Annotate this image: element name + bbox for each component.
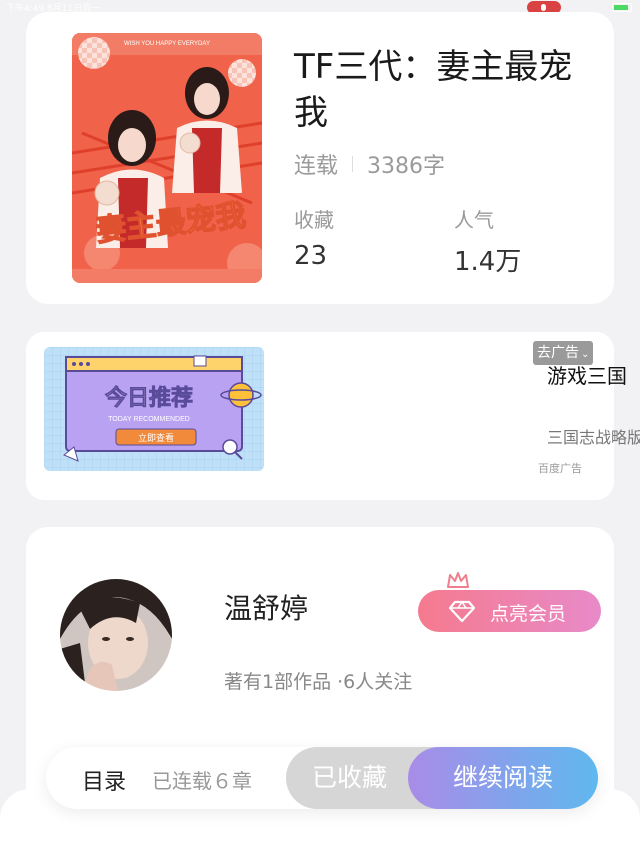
book-title: TF三代：妻主最宠我 — [294, 47, 573, 133]
ad-title[interactable]: 游戏三国 — [547, 360, 627, 389]
meta-divider — [352, 156, 354, 172]
diamond-icon — [448, 599, 476, 628]
banner-button-text: 立即查看 — [138, 432, 174, 444]
remove-ad-label: 去广告 — [537, 345, 579, 361]
battery-icon — [612, 3, 632, 12]
popularity-value: 1.4万 — [454, 247, 522, 277]
favorites-label: 收藏 — [294, 208, 334, 232]
favorites-value: 23 — [294, 241, 328, 271]
author-info: 著有1部作品 ·6人关注 — [224, 671, 413, 693]
chapter-count[interactable]: 已连载６章 — [152, 765, 252, 794]
book-info-card: WISH YOU HAPPY EVERYDAY 妻主最宠我 TF三代：妻主最宠我… — [26, 12, 614, 304]
continue-reading-button[interactable]: 继续阅读 — [408, 747, 598, 809]
book-meta: 连载 3386字 — [294, 148, 445, 180]
book-word-count: 3386字 — [367, 154, 446, 179]
ad-description: 三国志战略版 — [547, 428, 640, 447]
ad-banner-image[interactable]: 今日推荐 TODAY RECOMMENDED 立即查看 — [44, 347, 264, 471]
banner-subtitle-text: TODAY RECOMMENDED — [108, 416, 190, 423]
author-avatar[interactable] — [60, 579, 172, 691]
table-of-contents-button[interactable]: 目录 — [82, 764, 126, 796]
cover-top-text: WISH YOU HAPPY EVERYDAY — [124, 41, 210, 47]
book-cover[interactable]: WISH YOU HAPPY EVERYDAY 妻主最宠我 — [72, 33, 262, 283]
book-status: 连载 — [294, 154, 339, 179]
activate-vip-button[interactable]: 点亮会员 — [418, 590, 601, 632]
author-name[interactable]: 温舒婷 — [224, 587, 308, 627]
favorites-stat: 收藏 23 — [294, 204, 334, 271]
chevron-down-icon: ⌄ — [581, 349, 590, 360]
popularity-stat: 人气 1.4万 — [454, 204, 521, 278]
vip-button-label: 点亮会员 — [490, 603, 567, 625]
ad-source: 百度广告 — [538, 462, 582, 475]
bottom-action-bar: 目录 已连载６章 已收藏 继续阅读 — [46, 747, 598, 809]
ad-card[interactable]: 今日推荐 TODAY RECOMMENDED 立即查看 — [26, 332, 614, 500]
popularity-label: 人气 — [454, 208, 494, 232]
banner-title-text: 今日推荐 — [105, 385, 193, 411]
